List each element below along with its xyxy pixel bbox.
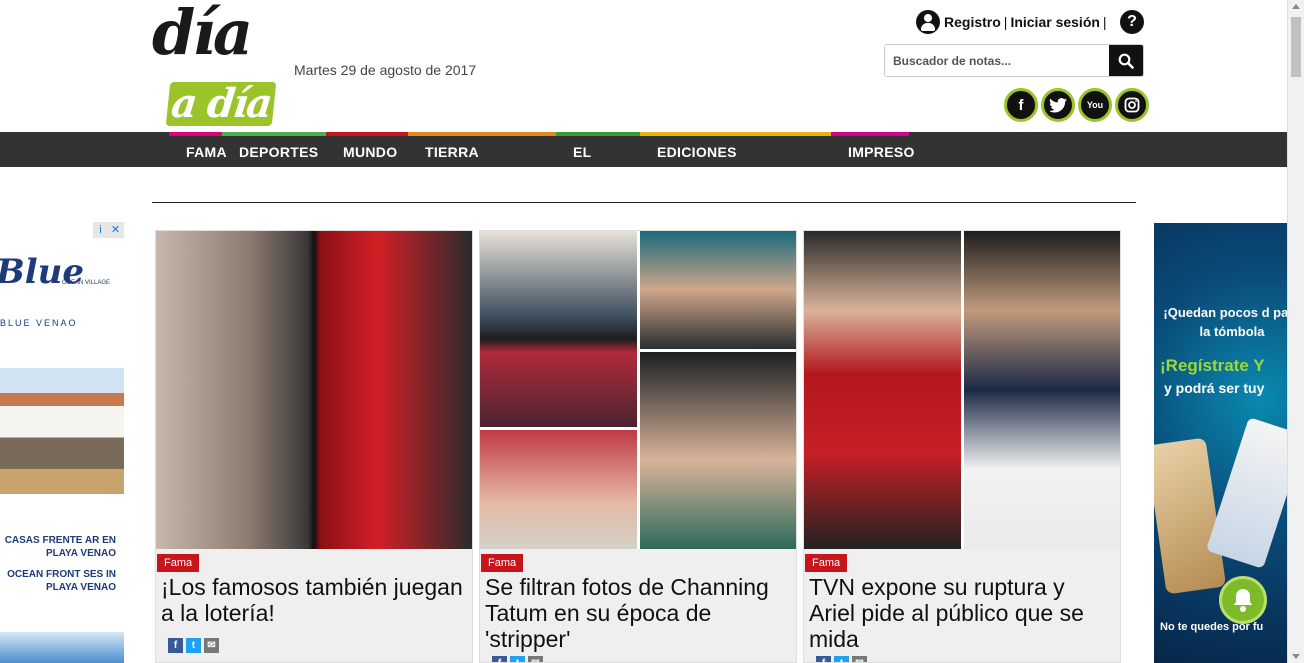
nav-item-deportes[interactable]: Deportes bbox=[222, 132, 326, 167]
nav-item-el-pais[interactable]: El país bbox=[556, 132, 640, 200]
article-card[interactable]: Fama ¡Los famosos también juegan a la lo… bbox=[155, 230, 473, 663]
scroll-up-icon[interactable] bbox=[1292, 4, 1300, 9]
category-tag[interactable]: Fama bbox=[481, 554, 524, 572]
facebook-share-icon[interactable]: f bbox=[168, 638, 183, 653]
article-card[interactable]: Fama Se filtran fotos de Channing Tatum … bbox=[479, 230, 797, 663]
ad-question: ¡Quedan pocos d para la tómbola bbox=[1163, 305, 1287, 339]
ad-register-text: ¡Regístrate Y bbox=[1160, 356, 1265, 375]
separator: | bbox=[1003, 14, 1008, 30]
article-image[interactable] bbox=[156, 231, 472, 549]
twitter-share-icon[interactable]: t bbox=[510, 656, 525, 662]
mail-share-icon[interactable]: ✉ bbox=[852, 656, 867, 662]
user-icon bbox=[916, 10, 940, 34]
facebook-icon[interactable]: f bbox=[1004, 88, 1038, 122]
social-links: f You bbox=[1004, 88, 1149, 122]
article-image[interactable] bbox=[480, 231, 796, 549]
category-tag[interactable]: Fama bbox=[157, 554, 200, 572]
ad-photo bbox=[0, 368, 124, 494]
current-date: Martes 29 de agosto de 2017 bbox=[294, 62, 477, 78]
ad-prize-text: y podrá ser tuy bbox=[1164, 380, 1265, 396]
scroll-down-icon[interactable] bbox=[1292, 654, 1300, 659]
search-box bbox=[884, 44, 1144, 77]
twitter-icon[interactable] bbox=[1041, 88, 1075, 122]
mail-share-icon[interactable]: ✉ bbox=[204, 638, 219, 653]
facebook-share-icon[interactable]: f bbox=[492, 656, 507, 662]
share-buttons: f t ✉ bbox=[816, 656, 867, 662]
scrollbar[interactable] bbox=[1287, 0, 1304, 663]
article-title[interactable]: Se filtran fotos de Channing Tatum en su… bbox=[485, 574, 790, 652]
twitter-share-icon[interactable]: t bbox=[834, 656, 849, 662]
nav-item-mundo[interactable]: Mundo bbox=[326, 132, 408, 167]
ad-info-icon[interactable]: i bbox=[93, 222, 108, 238]
page: día a día Martes 29 de agosto de 2017 Re… bbox=[0, 0, 1304, 663]
ad-village: OCEAN VILLAGE bbox=[62, 280, 111, 286]
nav-item-ediciones-anteriores[interactable]: Ediciones anteriores bbox=[640, 132, 831, 200]
ad-notice: No te quedes por fu bbox=[1160, 621, 1264, 633]
notification-bell-icon[interactable] bbox=[1219, 576, 1267, 624]
article-title[interactable]: TVN expone su ruptura y Ariel pide al pú… bbox=[809, 574, 1114, 652]
share-buttons: f t ✉ bbox=[492, 656, 543, 662]
logo-bottom-word: a día bbox=[165, 80, 277, 127]
divider bbox=[152, 202, 1136, 203]
instagram-icon[interactable] bbox=[1115, 88, 1149, 122]
category-tag[interactable]: Fama bbox=[805, 554, 848, 572]
register-link[interactable]: Registro bbox=[944, 14, 1001, 30]
twitter-share-icon[interactable]: t bbox=[186, 638, 201, 653]
ad-text-english: OCEAN FRONT SES IN PLAYA VENAO bbox=[7, 569, 116, 593]
separator: | bbox=[1102, 14, 1107, 30]
ad-choices[interactable]: i ✕ bbox=[93, 222, 124, 238]
youtube-icon[interactable]: You bbox=[1078, 88, 1112, 122]
nav-item-fama[interactable]: Fama bbox=[169, 132, 227, 167]
login-link[interactable]: Iniciar sesión bbox=[1010, 14, 1099, 30]
article-title[interactable]: ¡Los famosos también juegan a la lotería… bbox=[161, 574, 466, 626]
ad-phone-screen-image bbox=[1205, 417, 1287, 569]
youtube-label: You bbox=[1086, 100, 1104, 110]
ad-phone-image bbox=[1154, 437, 1227, 595]
search-button[interactable] bbox=[1109, 45, 1143, 76]
logo-top-word: día bbox=[152, 0, 253, 69]
search-icon bbox=[1118, 53, 1134, 69]
help-icon[interactable]: ? bbox=[1120, 10, 1144, 34]
article-card[interactable]: Fama TVN expone su ruptura y Ariel pide … bbox=[803, 230, 1121, 663]
nav-item-tierra-adentro[interactable]: Tierra adentro bbox=[408, 132, 556, 200]
article-image[interactable] bbox=[804, 231, 1120, 549]
ad-brand: Blue bbox=[0, 252, 85, 292]
nav-item-impreso[interactable]: Impreso bbox=[831, 132, 914, 167]
ad-close-icon[interactable]: ✕ bbox=[108, 222, 123, 238]
share-buttons: f t ✉ bbox=[168, 638, 219, 653]
scroll-thumb[interactable] bbox=[1291, 17, 1301, 77]
left-ad[interactable]: i ✕ Blue OCEAN VILLAGE BLUE VENAO CASAS … bbox=[0, 222, 124, 663]
ad-wave-image bbox=[0, 632, 124, 663]
site-logo[interactable]: día a día bbox=[152, 2, 278, 128]
main-nav: Fama Deportes Mundo Tierra adentro El pa… bbox=[0, 132, 1287, 200]
user-links: Registro | Iniciar sesión | bbox=[916, 10, 1110, 34]
ad-text-spanish: CASAS FRENTE AR EN PLAYA VENAO bbox=[4, 535, 116, 559]
mail-share-icon[interactable]: ✉ bbox=[528, 656, 543, 662]
ad-venao: BLUE VENAO bbox=[0, 318, 78, 328]
facebook-share-icon[interactable]: f bbox=[816, 656, 831, 662]
search-input[interactable] bbox=[885, 45, 1109, 76]
